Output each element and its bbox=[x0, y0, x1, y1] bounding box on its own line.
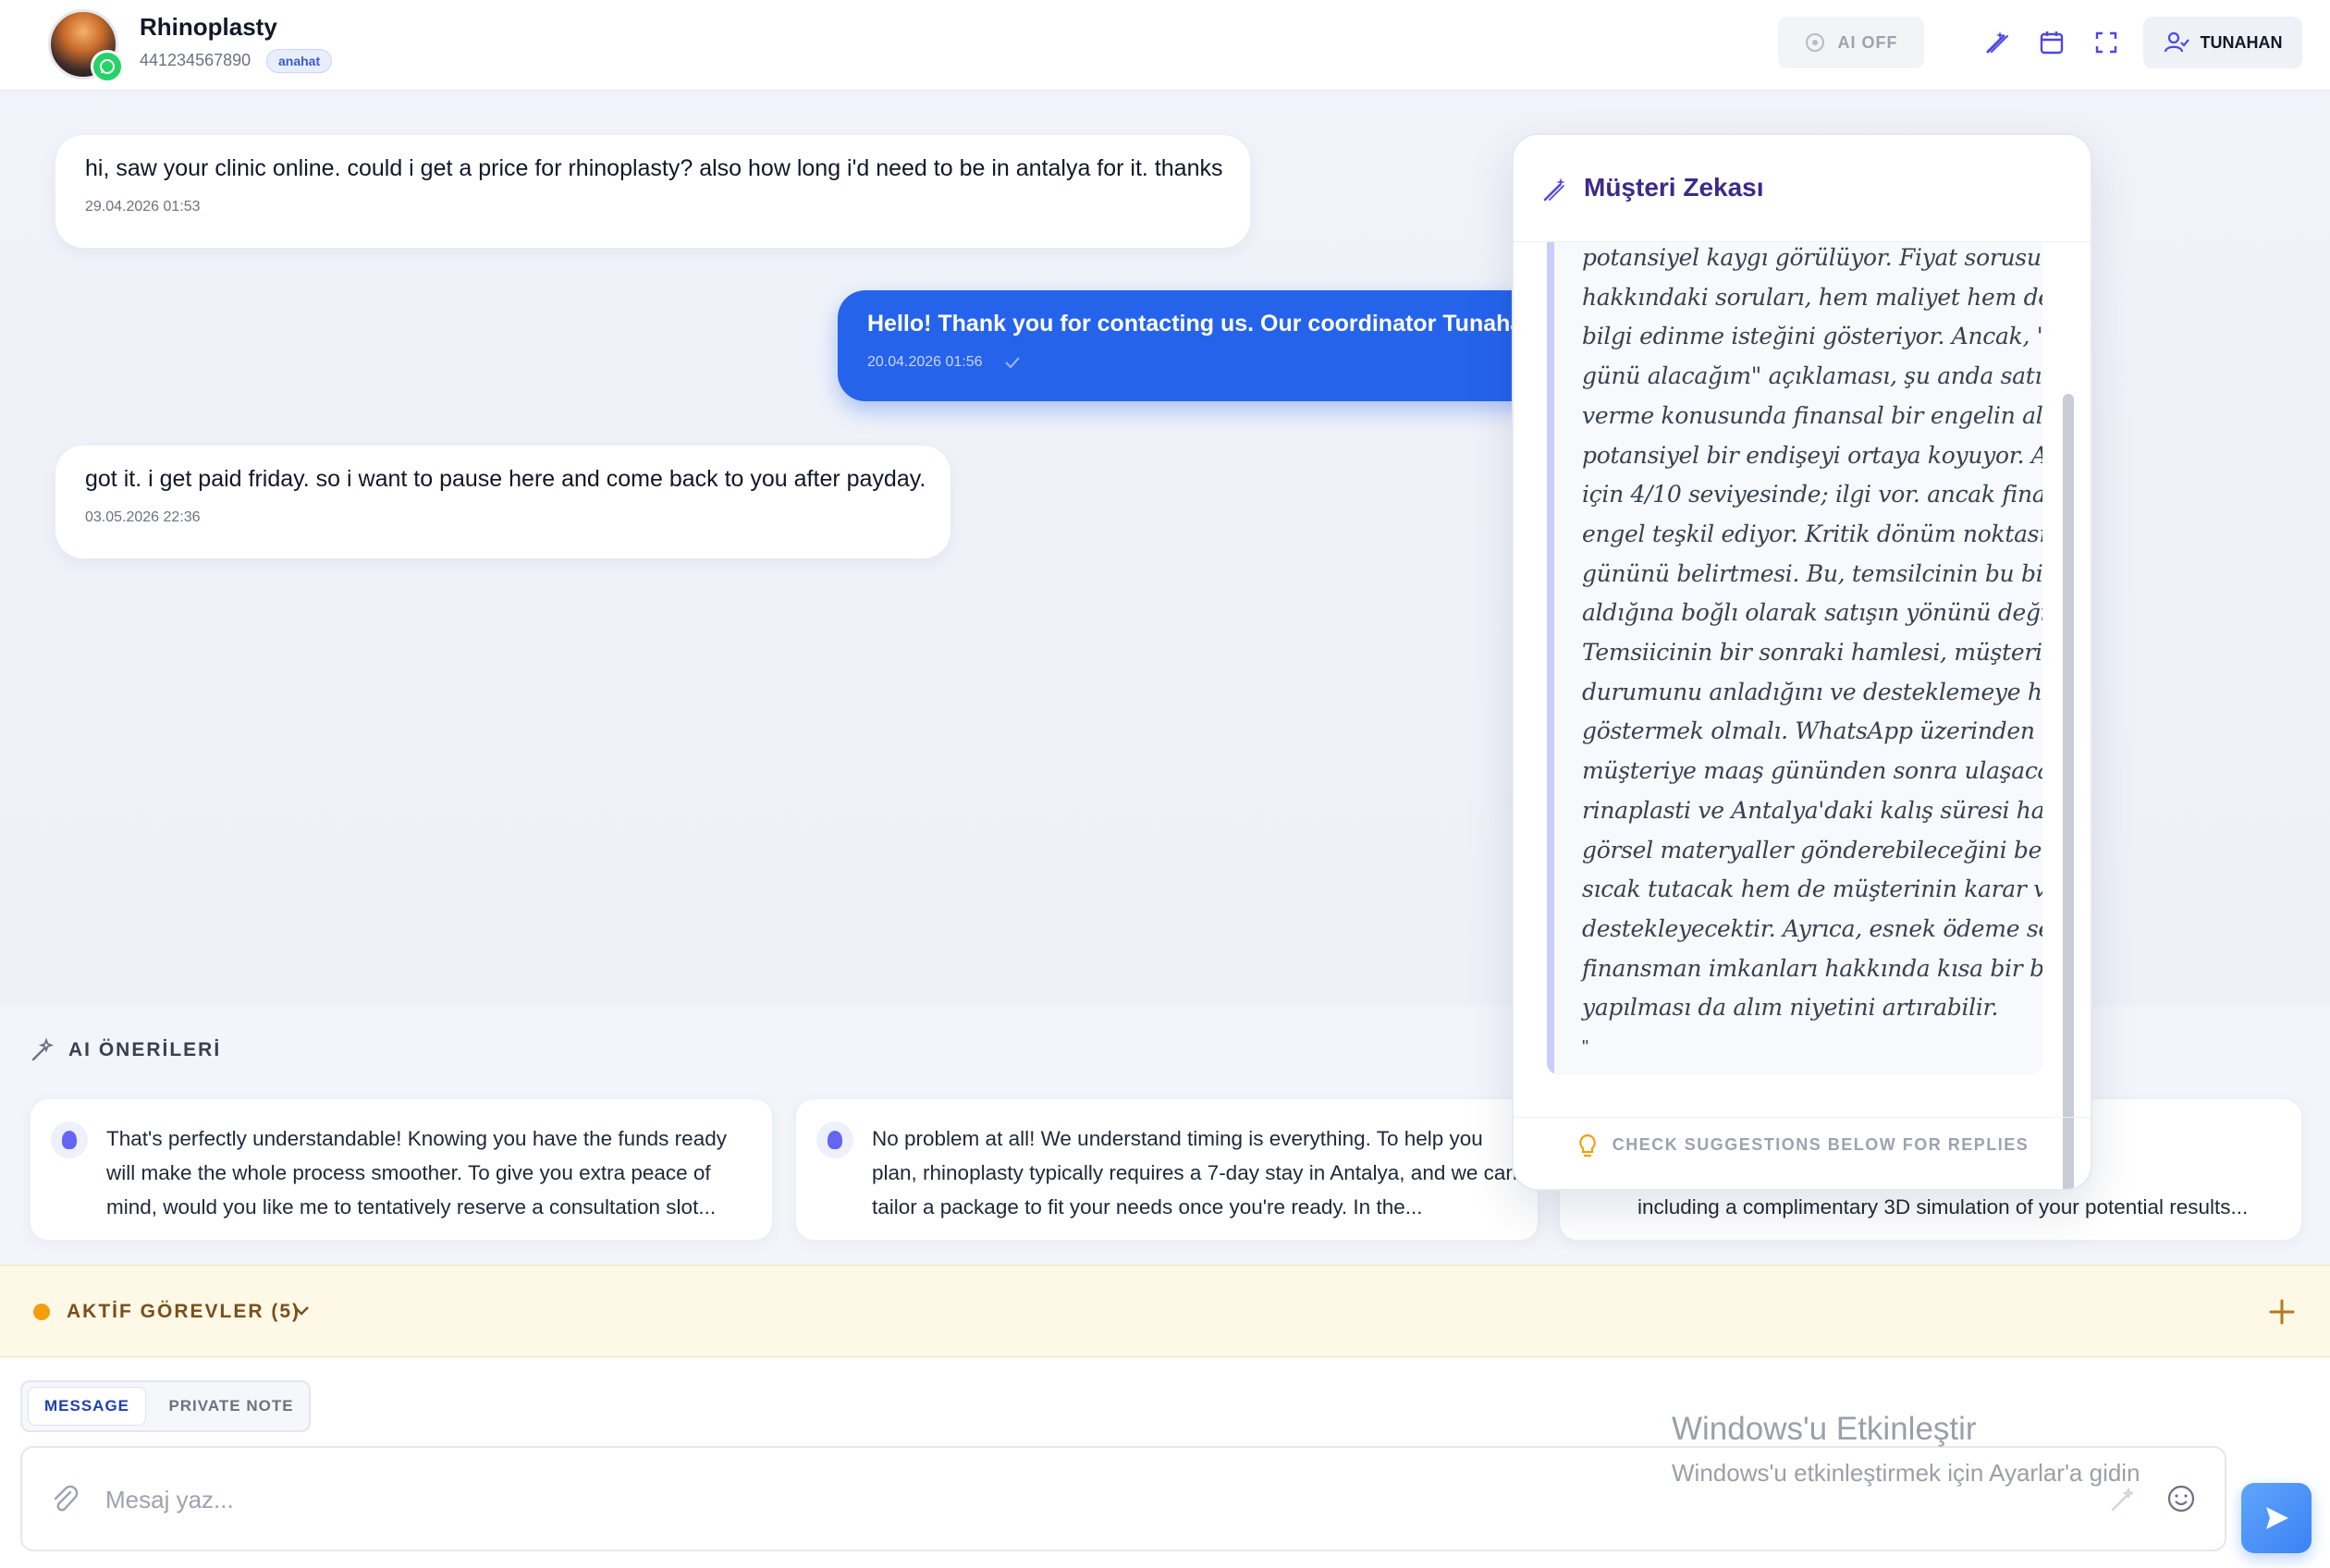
panel-scrollbar[interactable] bbox=[2063, 394, 2074, 1189]
analysis-line: bilgi edinme isteğini gösteriyor. Ancak,… bbox=[1582, 323, 2042, 350]
analysis-line: verme konusunda finansal bir engelin ald… bbox=[1582, 401, 2042, 429]
message-text: Hello! Thank you for contacting us. Our … bbox=[867, 311, 1568, 337]
panel-header: Müşteri Zekası bbox=[1514, 135, 2091, 242]
analysis-line: sıcak tutacak hem de müşterinin karar ve… bbox=[1582, 876, 2042, 903]
check-icon bbox=[1005, 357, 1020, 369]
customer-intelligence-panel: Müşteri Zekası potansiyel kaygı görülüyo… bbox=[1512, 133, 2092, 1191]
suggestion-card[interactable]: That's perfectly understandable! Knowing… bbox=[30, 1098, 773, 1241]
quote-bar bbox=[1547, 242, 1554, 1074]
analysis-line: durumunu anladığını ve desteklemeye hazı… bbox=[1582, 678, 2042, 705]
ai-toggle-button[interactable]: AI OFF bbox=[1778, 17, 1924, 68]
panel-footer: CHECK SUGGESTIONS BELOW FOR REPLIES bbox=[1514, 1117, 2091, 1172]
wand-icon bbox=[1543, 178, 1565, 202]
message-incoming[interactable]: got it. i get paid friday. so i want to … bbox=[55, 446, 950, 558]
analysis-line: rinaplasti ve Antalya'daki kalış süresi … bbox=[1582, 796, 2042, 824]
analysis-line: engel teşkil ediyor. Kritik dönüm noktas… bbox=[1582, 520, 2042, 547]
chevron-down-icon[interactable] bbox=[290, 1299, 313, 1321]
user-button-label: TUNAHAN bbox=[2200, 32, 2283, 52]
suggestion-text: including a complimentary 3D simulation … bbox=[1637, 1195, 2249, 1219]
analysis-line: göstermek olmalı. WhatsApp üzerinden Tun… bbox=[1582, 717, 2042, 745]
suggestion-card[interactable]: No problem at all! We understand timing … bbox=[795, 1098, 1539, 1241]
message-incoming[interactable]: hi, saw your clinic online. could i get … bbox=[55, 135, 1250, 248]
paperclip-icon[interactable] bbox=[48, 1483, 81, 1516]
magic-wand-icon[interactable] bbox=[2108, 1485, 2138, 1514]
active-tasks-bar[interactable]: AKTİF GÖREVLER (5) bbox=[0, 1265, 2330, 1357]
panel-footer-text: CHECK SUGGESTIONS BELOW FOR REPLIES bbox=[1612, 1135, 2030, 1154]
ai-suggestions-title: AI ÖNERİLERİ bbox=[68, 1039, 222, 1060]
text-cursor: " bbox=[1582, 1037, 1589, 1058]
tab-private-note[interactable]: PRIVATE NOTE bbox=[157, 1387, 305, 1426]
analysis-line: hakkındaki soruları, hem maliyet hem de … bbox=[1582, 283, 2042, 311]
message-time-value: 20.04.2026 01:56 bbox=[867, 354, 983, 370]
message-time: 20.04.2026 01:56 bbox=[867, 354, 1550, 371]
contact-name: Rhinoplasty bbox=[140, 13, 277, 41]
analysis-line: potansiyel bir endişeyi ortaya koyuyor. … bbox=[1582, 441, 2042, 469]
composer-mode-tabs: MESSAGE PRIVATE NOTE bbox=[20, 1380, 311, 1432]
expand-icon[interactable] bbox=[2090, 26, 2123, 59]
analysis-line: müşteriye maaş gününden sonra ulaşacağın… bbox=[1582, 757, 2042, 785]
analysis-line: görsel materyaller gönderebileceğini bel… bbox=[1582, 836, 2042, 864]
activation-watermark-subtitle: Windows'u etkinleştirmek için Ayarlar'a … bbox=[1672, 1459, 2140, 1487]
message-time: 03.05.2026 22:36 bbox=[85, 509, 201, 525]
analysis-quote: potansiyel kaygı görülüyor. Fiyat sorusu… bbox=[1547, 242, 2042, 1074]
send-button[interactable] bbox=[2241, 1483, 2312, 1553]
analysis-text: potansiyel kaygı görülüyor. Fiyat sorusu… bbox=[1582, 242, 2042, 1028]
wand-icon[interactable] bbox=[1980, 26, 2014, 59]
suggestion-text: That's perfectly understandable! Knowing… bbox=[106, 1127, 727, 1219]
bulb-icon bbox=[816, 1121, 853, 1158]
whatsapp-icon bbox=[91, 50, 124, 83]
add-task-plus-icon[interactable] bbox=[2263, 1293, 2300, 1330]
ai-status-icon bbox=[1805, 33, 1824, 52]
sparkle-wand-icon bbox=[31, 1037, 55, 1061]
emoji-icon[interactable] bbox=[2165, 1483, 2197, 1514]
message-text: hi, saw your clinic online. could i get … bbox=[85, 155, 1223, 181]
message-time: 29.04.2026 01:53 bbox=[85, 199, 201, 214]
activation-watermark-title: Windows'u Etkinleştir bbox=[1672, 1411, 1977, 1447]
suggestion-text: No problem at all! We understand timing … bbox=[872, 1127, 1517, 1219]
message-outgoing[interactable]: Hello! Thank you for contacting us. Our … bbox=[838, 290, 1577, 401]
tab-message[interactable]: MESSAGE bbox=[28, 1387, 146, 1426]
analysis-line: gününü belirtmesi. Bu, temsilcinin bu bi… bbox=[1582, 559, 2042, 587]
calendar-icon[interactable] bbox=[2035, 26, 2068, 59]
analysis-line: günü alacağım" açıklaması, şu anda satın… bbox=[1582, 362, 2042, 390]
analysis-line: destekleyecektir. Ayrıca, esnek ödeme se… bbox=[1582, 914, 2042, 942]
send-icon bbox=[2266, 1507, 2288, 1529]
active-tasks-label: AKTİF GÖREVLER (5) bbox=[67, 1301, 301, 1322]
analysis-line: potansiyel kaygı görülüyor. Fiyat sorusu… bbox=[1582, 244, 2042, 271]
message-text: got it. i get paid friday. so i want to … bbox=[85, 466, 926, 492]
bulb-icon bbox=[51, 1121, 88, 1158]
assigned-user-button[interactable]: TUNAHAN bbox=[2143, 17, 2302, 68]
analysis-line: Temsiicinin bir sonraki hamlesi, müşteri… bbox=[1582, 639, 2042, 667]
lightbulb-icon bbox=[1578, 1133, 1596, 1157]
panel-title: Müşteri Zekası bbox=[1584, 173, 1764, 202]
analysis-line: aldığına boğlı olarak satışın yönünü değ… bbox=[1582, 599, 2042, 627]
analysis-line: yapılması da alım niyetini artırabilir. bbox=[1582, 994, 1999, 1022]
analysis-line: finansman imkanları hakkında kısa bir bi… bbox=[1582, 954, 2042, 982]
contact-tag-badge[interactable]: anahat bbox=[266, 49, 333, 73]
ai-suggestions-header: AI ÖNERİLERİ bbox=[30, 1037, 221, 1063]
status-dot bbox=[33, 1304, 50, 1320]
chat-header: Rhinoplasty 441234567890 anahat AI OFF T… bbox=[0, 0, 2330, 91]
user-check-icon bbox=[2164, 31, 2189, 53]
contact-phone: 441234567890 bbox=[140, 51, 251, 69]
ai-status-label: AI OFF bbox=[1837, 32, 1898, 52]
message-input[interactable] bbox=[105, 1474, 1585, 1525]
analysis-line: için 4/10 seviyesinde; ilgi vor. ancak f… bbox=[1582, 481, 2042, 508]
